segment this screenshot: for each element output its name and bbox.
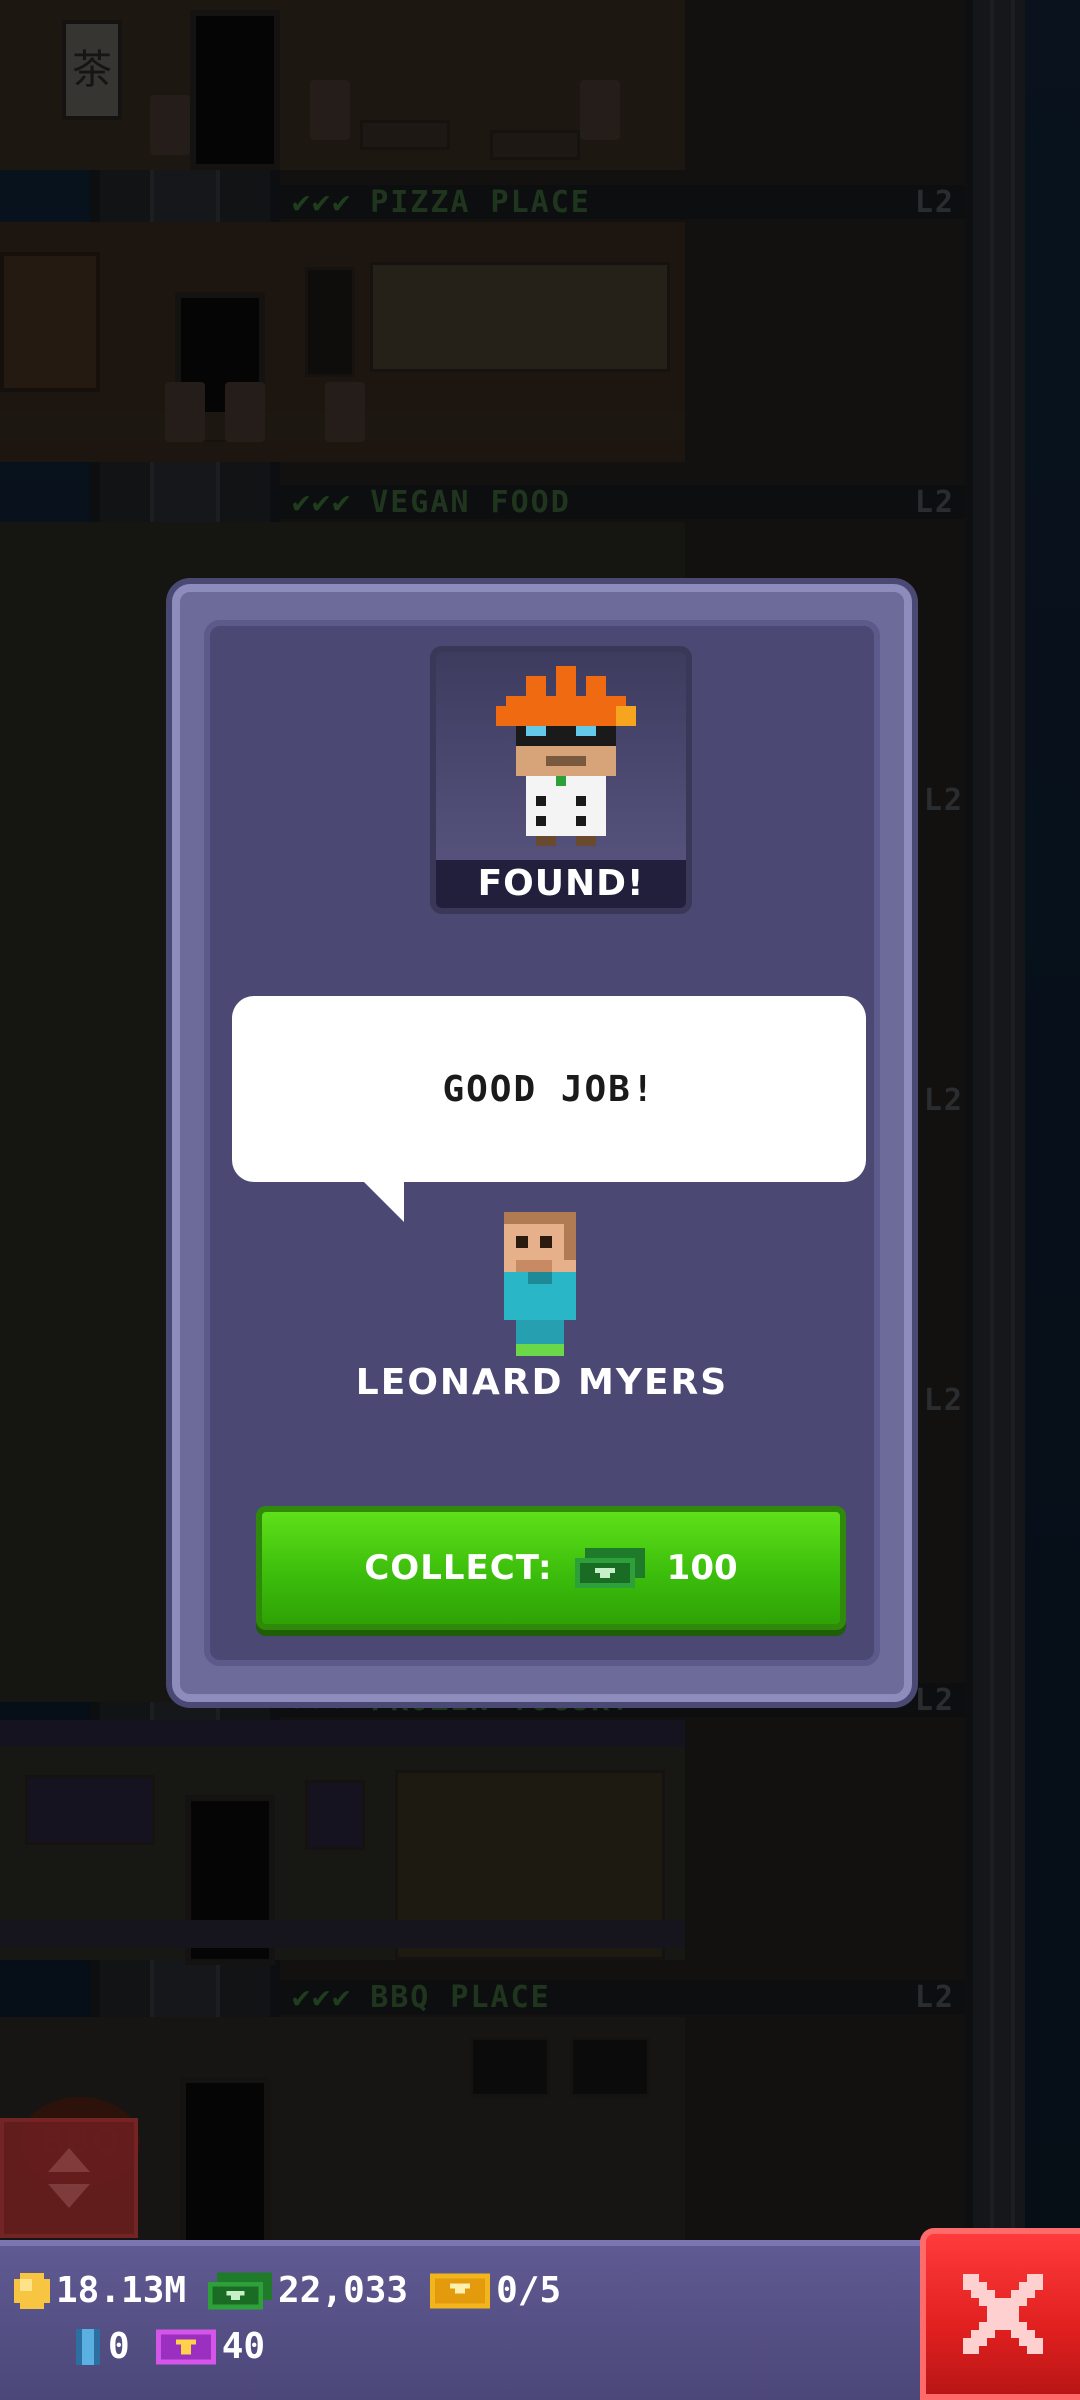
tower-bux-icon <box>574 1548 645 1588</box>
npc-name: LEONARD MYERS <box>355 1362 729 1403</box>
elevator-button[interactable] <box>0 2118 138 2238</box>
ticket-value: 0/5 <box>496 2270 562 2311</box>
premium-value: 40 <box>221 2326 266 2367</box>
ticket-icon <box>430 2273 491 2308</box>
collect-label: COLLECT: <box>364 1548 553 1588</box>
resource-hud: 18.13M 22,033 0/5 0 40 <box>0 2240 1080 2400</box>
key-counter[interactable]: 0 <box>74 2326 130 2367</box>
elevator-arrows-icon <box>48 2148 90 2208</box>
hud-row-secondary: 0 40 <box>74 2326 283 2367</box>
found-character-portrait: FOUND! <box>430 646 692 914</box>
bux-counter[interactable]: 22,033 <box>208 2270 408 2311</box>
coins-value: 18.13M <box>56 2270 187 2311</box>
coins-counter[interactable]: 18.13M <box>14 2270 186 2311</box>
found-label: FOUND! <box>436 860 686 908</box>
coin-icon <box>14 2272 50 2309</box>
close-button[interactable] <box>920 2228 1080 2400</box>
bux-icon <box>208 2272 273 2309</box>
bux-value: 22,033 <box>278 2270 409 2311</box>
chef-character-icon <box>496 666 636 846</box>
collect-amount: 100 <box>666 1548 738 1588</box>
speech-bubble: GOOD JOB! <box>232 996 866 1182</box>
key-icon <box>76 2328 100 2365</box>
key-value: 0 <box>108 2326 130 2367</box>
golden-ticket-counter[interactable]: 40 <box>155 2326 266 2367</box>
dialog-panel: FOUND! GOOD JOB! LEONARD MYERS COLLECT: <box>204 620 880 1666</box>
collect-button[interactable]: COLLECT: 100 <box>256 1506 846 1630</box>
ticket-counter[interactable]: 0/5 <box>430 2270 561 2311</box>
npc-character-icon <box>504 1212 576 1356</box>
speech-bubble-tail <box>360 1178 404 1222</box>
speech-text: GOOD JOB! <box>442 1068 656 1110</box>
close-icon <box>963 2274 1043 2354</box>
golden-ticket-icon <box>155 2329 216 2364</box>
found-dialog: FOUND! GOOD JOB! LEONARD MYERS COLLECT: <box>172 584 912 1702</box>
hud-row-primary: 18.13M 22,033 0/5 <box>14 2270 579 2311</box>
